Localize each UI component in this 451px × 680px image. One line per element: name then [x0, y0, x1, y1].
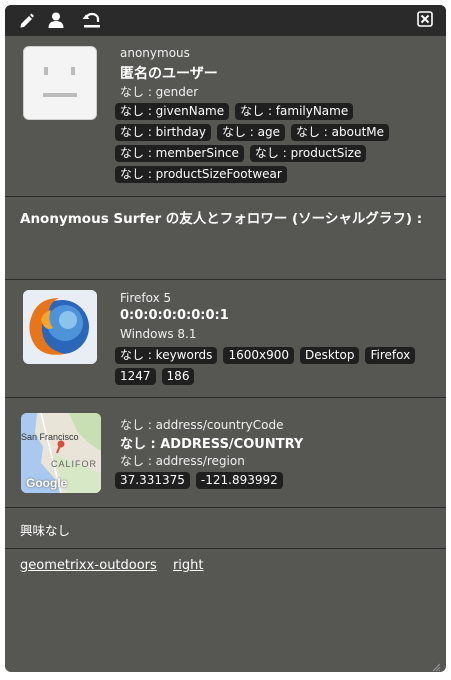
- browser-tag: Firefox: [365, 347, 416, 364]
- country-code: なし : address/countryCode: [120, 418, 284, 432]
- client-context-panel: anonymous 匿名のユーザー なし : gender なし : given…: [5, 5, 446, 672]
- region: なし : address/region: [120, 454, 245, 468]
- latitude-tag: 37.331375: [115, 472, 190, 489]
- coordinate-tag-list: 37.331375 -121.893992: [115, 472, 440, 489]
- close-icon[interactable]: [417, 11, 435, 29]
- profile-name: anonymous: [120, 46, 190, 60]
- social-graph-title: Anonymous Surfer の友人とフォロワー (ソーシャルグラフ) :: [20, 211, 423, 227]
- browser-logo: [23, 290, 97, 364]
- profile-tag: なし : givenName: [115, 103, 230, 120]
- browser-tag: なし : keywords: [115, 347, 218, 364]
- browser-tag: Desktop: [299, 347, 360, 364]
- interests-section: 興味なし: [5, 508, 446, 549]
- segment-links: geometrixx-outdoors right: [20, 558, 216, 573]
- profile-tag: なし : familyName: [235, 103, 354, 120]
- profile-tag-list: なし : givenName なし : familyName なし : birt…: [115, 103, 440, 183]
- country: なし : ADDRESS/COUNTRY: [120, 437, 304, 452]
- pencil-icon[interactable]: [18, 11, 36, 29]
- browser-tag-list: なし : keywords 1600x900 Desktop Firefox 1…: [115, 347, 440, 385]
- browser-tag: 186: [161, 368, 195, 385]
- ip-address: 0:0:0:0:0:0:0:1: [120, 308, 229, 323]
- map-city-label: San Francisco: [21, 432, 79, 442]
- segment-link[interactable]: geometrixx-outdoors: [20, 558, 157, 573]
- browser-section: Firefox 5 0:0:0:0:0:0:0:1 Windows 8.1 なし…: [5, 280, 446, 398]
- browser-tag: 1247: [115, 368, 156, 385]
- segment-link[interactable]: right: [173, 558, 204, 573]
- browser-name: Firefox 5: [120, 291, 172, 305]
- anonymous-face-icon: [43, 67, 77, 97]
- profile-gender: なし : gender: [120, 85, 199, 99]
- profile-tag: なし : birthday: [115, 124, 211, 141]
- reset-icon[interactable]: [82, 11, 100, 29]
- profile-tag: なし : productSize: [249, 145, 367, 162]
- profile-section: anonymous 匿名のユーザー なし : gender なし : given…: [5, 36, 446, 197]
- longitude-tag: -121.893992: [195, 472, 283, 489]
- browser-tag: 1600x900: [223, 347, 294, 364]
- map-brand-label: Google: [26, 476, 68, 490]
- interests-text: 興味なし: [20, 523, 71, 538]
- profile-tag: なし : aboutMe: [290, 124, 390, 141]
- resize-handle-icon[interactable]: [431, 657, 441, 672]
- firefox-icon: [23, 290, 97, 364]
- profile-tag: なし : memberSince: [115, 145, 244, 162]
- social-graph-section: Anonymous Surfer の友人とフォロワー (ソーシャルグラフ) :: [5, 197, 446, 280]
- geolocation-section: San Francisco CALIFOR Google なし : addres…: [5, 398, 446, 508]
- toolbar: [5, 5, 446, 36]
- operating-system: Windows 8.1: [120, 327, 197, 341]
- profile-title: 匿名のユーザー: [120, 66, 218, 82]
- profile-tag: なし : productSizeFootwear: [115, 166, 287, 183]
- map-state-label: CALIFOR: [51, 459, 98, 469]
- avatar: [23, 46, 97, 120]
- profile-tag: なし : age: [216, 124, 285, 141]
- user-icon[interactable]: [47, 11, 65, 29]
- location-map: San Francisco CALIFOR Google: [21, 413, 101, 493]
